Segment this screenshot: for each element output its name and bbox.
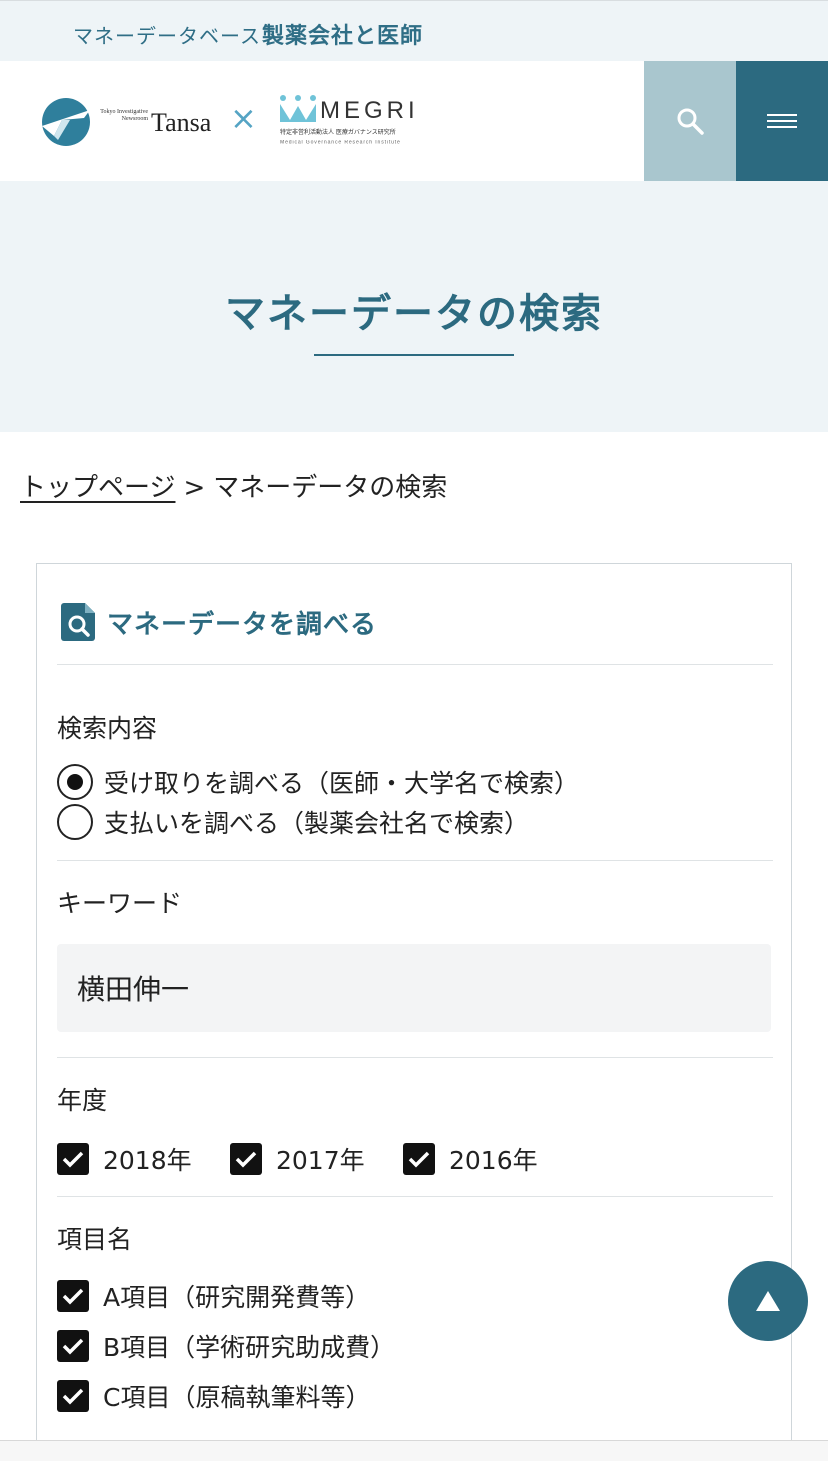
category-option-b[interactable]: B項目（学術研究助成費）	[57, 1328, 395, 1364]
site-topbar: マネーデータベース 製薬会社と医師	[0, 0, 828, 61]
page-hero: マネーデータの検索	[0, 181, 828, 432]
tansa-logo-mark-icon	[42, 98, 90, 146]
tansa-logo[interactable]: Tokyo Investigative Newsroom Tansa	[40, 96, 220, 148]
collaboration-cross: ×	[230, 99, 257, 137]
year-option-2017[interactable]: 2017年	[230, 1141, 365, 1177]
megri-crown-icon	[280, 95, 316, 122]
radio-label-receipt: 受け取りを調べる（医師・大学名で検索）	[104, 769, 580, 798]
checkmark-icon	[235, 1151, 257, 1168]
megri-logo-word: MEGRI	[320, 97, 419, 124]
year-option-label: 2018年	[103, 1146, 192, 1175]
keyword-input[interactable]	[57, 944, 771, 1032]
megri-logo-subtitle: 特定非営利活動法人 医療ガバナンス研究所	[280, 128, 396, 136]
checkmark-icon	[62, 1388, 84, 1405]
breadcrumb-home-link[interactable]: トップページ	[20, 473, 175, 503]
site-header: Tokyo Investigative Newsroom Tansa × MEG…	[0, 61, 828, 181]
checkmark-icon	[62, 1151, 84, 1168]
category-option-a[interactable]: A項目（研究開発費等）	[57, 1278, 370, 1314]
checkmark-icon	[62, 1288, 84, 1305]
category-option-label: B項目（学術研究助成費）	[103, 1333, 396, 1362]
section-divider	[57, 1057, 773, 1058]
form-title: マネーデータを調べる	[107, 609, 378, 640]
keyword-label: キーワード	[57, 889, 183, 918]
hamburger-menu-icon	[767, 114, 797, 128]
tansa-logo-word: Tansa	[151, 108, 212, 137]
checkmark-icon	[408, 1151, 430, 1168]
search-button[interactable]	[644, 61, 736, 181]
year-option-label: 2016年	[449, 1146, 538, 1175]
checkbox-checked[interactable]	[57, 1143, 89, 1175]
radio-option-payment[interactable]: 支払いを調べる（製薬会社名で検索）	[57, 804, 529, 840]
menu-button[interactable]	[736, 61, 828, 181]
category-label: 項目名	[57, 1225, 133, 1254]
page-title: マネーデータの検索	[225, 291, 603, 337]
breadcrumb-separator: >	[183, 473, 206, 503]
search-type-label: 検索内容	[57, 714, 158, 743]
topbar-label: マネーデータベース	[73, 24, 261, 48]
radio-label-payment: 支払いを調べる（製薬会社名で検索）	[104, 809, 530, 838]
search-icon	[677, 108, 704, 135]
title-underline	[314, 354, 514, 356]
search-form-card: マネーデータを調べる 検索内容 受け取りを調べる（医師・大学名で検索） 支払いを…	[36, 563, 792, 1461]
megri-logo[interactable]: MEGRI 特定非営利活動法人 医療ガバナンス研究所 Medical Gover…	[278, 94, 428, 150]
form-heading: マネーデータを調べる	[61, 602, 377, 642]
arrow-up-icon	[756, 1291, 780, 1311]
category-option-label: A項目（研究開発費等）	[103, 1283, 371, 1312]
year-option-2018[interactable]: 2018年	[57, 1141, 192, 1177]
category-option-c[interactable]: C項目（原稿執筆料等）	[57, 1378, 370, 1414]
topbar-title[interactable]: 製薬会社と医師	[262, 18, 423, 50]
megri-logo-english: Medical Governance Research Institute	[280, 140, 401, 146]
radio-option-receipt[interactable]: 受け取りを調べる（医師・大学名で検索）	[57, 764, 579, 800]
radio-button-selected[interactable]	[57, 764, 93, 800]
checkbox-checked[interactable]	[57, 1330, 89, 1362]
breadcrumb: トップページ > マネーデータの検索	[20, 467, 447, 504]
checkbox-checked[interactable]	[230, 1143, 262, 1175]
browser-bottom-bar	[0, 1440, 828, 1461]
category-option-label: C項目（原稿執筆料等）	[103, 1383, 371, 1412]
section-divider	[57, 1196, 773, 1197]
checkbox-checked[interactable]	[57, 1380, 89, 1412]
checkbox-checked[interactable]	[57, 1280, 89, 1312]
back-to-top-button[interactable]	[728, 1261, 808, 1341]
breadcrumb-current: マネーデータの検索	[213, 473, 448, 503]
tansa-logo-tagline: Tokyo Investigative Newsroom	[100, 109, 148, 122]
year-label: 年度	[57, 1086, 108, 1115]
heading-divider	[57, 664, 773, 665]
checkbox-checked[interactable]	[403, 1143, 435, 1175]
radio-button-unselected[interactable]	[57, 804, 93, 840]
document-search-icon	[61, 603, 95, 641]
section-divider	[57, 860, 773, 861]
year-option-2016[interactable]: 2016年	[403, 1141, 538, 1177]
year-option-label: 2017年	[276, 1146, 365, 1175]
checkmark-icon	[62, 1338, 84, 1355]
